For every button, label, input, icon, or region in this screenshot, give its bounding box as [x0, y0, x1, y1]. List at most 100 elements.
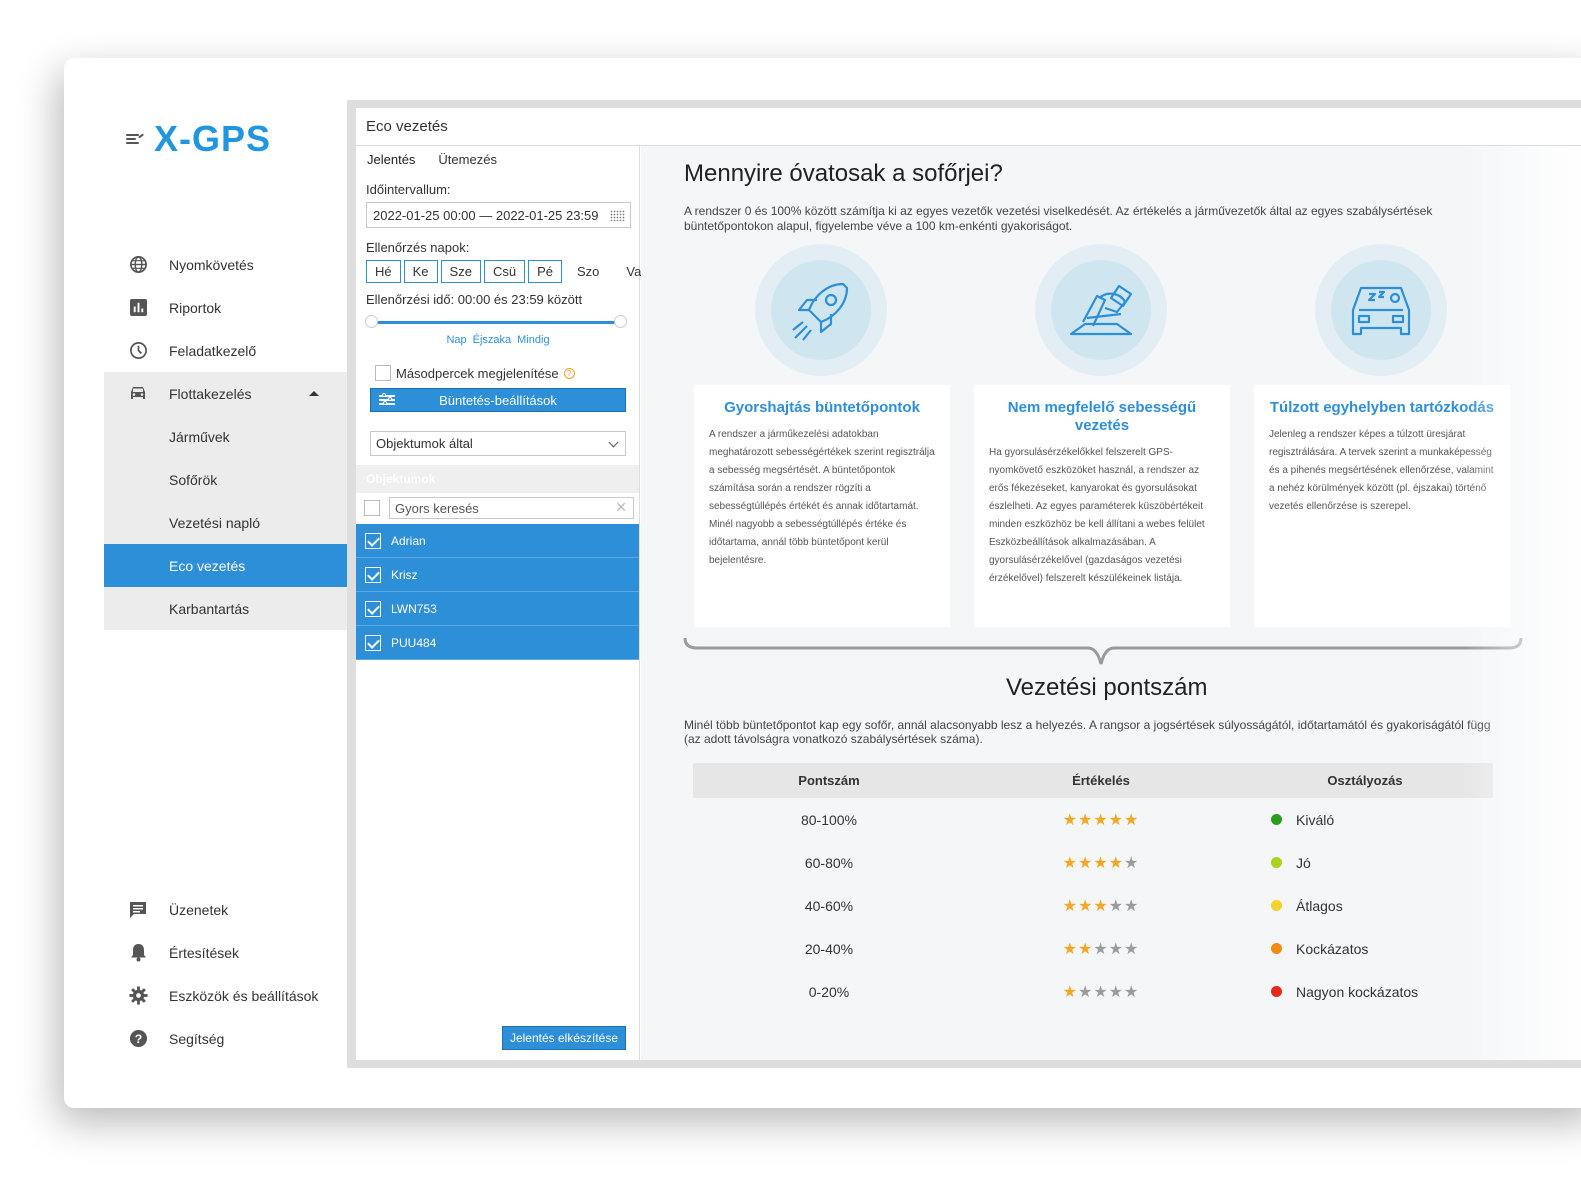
sidebar-subitem-maintenance[interactable]: Karbantartás	[104, 587, 347, 630]
idling-card: Túlzott egyhelyben tartózkodás Jelenleg …	[1254, 385, 1510, 627]
search-input[interactable]: Gyors keresés ✕	[389, 497, 634, 519]
object-name: LWN753	[391, 601, 437, 616]
checkbox-checked[interactable]	[365, 600, 381, 617]
star-empty-icon: ★	[1108, 897, 1125, 915]
sidebar-item-tasks[interactable]: Feladatkezelő	[104, 329, 347, 372]
sidebar-item-settings[interactable]: Eszközök és beállítások	[104, 974, 347, 1017]
star-filled-icon: ★	[1077, 854, 1094, 872]
checkbox-checked[interactable]	[365, 566, 381, 583]
star-empty-icon: ★	[1077, 983, 1094, 1001]
score-table: Pontszám Értékelés Osztályozás 80-100% ★★…	[693, 763, 1493, 1013]
star-filled-icon: ★	[1062, 854, 1078, 872]
score-range: 60-80%	[804, 854, 854, 871]
card-text: Ha gyorsulásérzékelőkkel felszerelt GPS-…	[989, 447, 1205, 584]
list-item[interactable]: Adrian	[356, 524, 639, 558]
clock-icon	[128, 341, 148, 361]
seconds-checkbox[interactable]	[375, 365, 391, 381]
preset-always-link[interactable]: Mindig	[517, 334, 549, 346]
tab-report[interactable]: Jelentés	[367, 152, 415, 176]
table-header: Pontszám Értékelés Osztályozás	[693, 763, 1493, 798]
sleeping-car-icon	[1331, 260, 1431, 360]
help-icon[interactable]: ?	[563, 367, 575, 379]
group-by-select[interactable]: Objektumok által	[370, 431, 626, 456]
pedal-icon	[1051, 260, 1151, 360]
sidebar-item-tracking[interactable]: Nyomkövetés	[104, 243, 347, 286]
star-filled-icon: ★	[1062, 983, 1078, 1001]
table-row: 20-40% ★★★★★ Kockázatos	[693, 927, 1493, 970]
acceleration-card: Nem megfelelő sebességű vezetés Ha gyors…	[974, 385, 1230, 627]
day-toggle-mon[interactable]: Hé	[366, 260, 401, 283]
day-toggle-thu[interactable]: Csü	[483, 260, 526, 283]
sidebar-subitem-vehicles[interactable]: Járművek	[104, 415, 347, 458]
sidebar-item-label: Üzenetek	[169, 901, 229, 918]
score-range: 0-20%	[808, 983, 850, 1000]
day-toggle-wed[interactable]: Sze	[440, 260, 481, 283]
sidebar-item-reports[interactable]: Riportok	[104, 286, 347, 329]
page-title: Mennyire óvatosak a sofőrjei?	[684, 160, 1003, 187]
day-toggle-tue[interactable]: Ke	[403, 260, 438, 283]
help-icon: ?	[128, 1029, 148, 1049]
preset-day-link[interactable]: Nap	[446, 334, 466, 346]
days-label: Ellenőrzés napok:	[366, 240, 470, 255]
time-range-slider[interactable]	[365, 315, 627, 329]
window-title: Eco vezetés	[356, 108, 1581, 146]
star-empty-icon: ★	[1108, 940, 1125, 958]
sidebar-item-label: Flottakezelés	[169, 385, 252, 402]
bar-chart-icon	[128, 298, 148, 318]
sidebar-item-messages[interactable]: Üzenetek	[104, 888, 347, 931]
day-toggle-sat[interactable]: Szo	[565, 260, 611, 283]
generate-report-button[interactable]: Jelentés elkészítése	[502, 1026, 626, 1050]
star-filled-icon: ★	[1124, 811, 1140, 829]
star-rating: ★★★★★	[965, 939, 1237, 959]
star-empty-icon: ★	[1124, 983, 1140, 1001]
slider-track	[371, 321, 621, 324]
object-name: Krisz	[391, 567, 418, 582]
sidebar-item-notifications[interactable]: Értesítések	[104, 931, 347, 974]
table-body: 80-100% ★★★★★ Kiváló 60-80% ★★★★★ Jó 40-60% ★★★…	[693, 798, 1493, 1013]
star-filled-icon: ★	[1062, 811, 1078, 829]
interval-field[interactable]: 2022-01-25 00:00 — 2022-01-25 23:59	[366, 202, 631, 228]
sidebar-item-fleet[interactable]: Flottakezelés	[104, 372, 347, 415]
speeding-card: Gyorshajtás büntetőpontok A rendszer a j…	[694, 385, 950, 627]
table-row: 40-60% ★★★★★ Átlagos	[693, 884, 1493, 927]
status-dot	[1271, 857, 1282, 868]
interval-value: 2022-01-25 00:00 — 2022-01-25 23:59	[373, 208, 599, 223]
calendar-icon[interactable]	[610, 210, 625, 221]
menu-collapse-icon[interactable]	[126, 132, 145, 146]
report-form: Jelentés Ütemezés Időintervallum: 2022-0…	[356, 146, 641, 1060]
star-empty-icon: ★	[1093, 940, 1109, 958]
seconds-label: Másodpercek megjelenítése	[396, 365, 559, 381]
sidebar-item-label: Feladatkezelő	[169, 342, 257, 359]
classification: Nagyon kockázatos	[1237, 984, 1493, 1000]
score-range: 20-40%	[804, 940, 854, 957]
sidebar-item-help[interactable]: ? Segítség	[104, 1017, 347, 1060]
list-item[interactable]: PUU484	[356, 626, 639, 660]
card-title: Gyorshajtás büntetőpontok	[724, 399, 920, 416]
list-item[interactable]: LWN753	[356, 592, 639, 626]
select-all-checkbox[interactable]	[364, 500, 380, 516]
checkbox-checked[interactable]	[365, 532, 381, 549]
star-empty-icon: ★	[1093, 983, 1109, 1001]
penalty-settings-button[interactable]: Büntetés-beállítások	[370, 388, 626, 412]
day-toggle-fri[interactable]: Pé	[528, 260, 562, 283]
sidebar-subitem-driving-log[interactable]: Vezetési napló	[104, 501, 347, 544]
slider-end-handle[interactable]	[614, 315, 627, 328]
star-filled-icon: ★	[1062, 897, 1078, 915]
acceleration-illustration	[1035, 244, 1167, 376]
sidebar-subitem-drivers[interactable]: Sofőrök	[104, 458, 347, 501]
star-filled-icon: ★	[1093, 897, 1109, 915]
preset-night-link[interactable]: Éjszaka	[473, 334, 512, 346]
sidebar-subitem-eco-driving[interactable]: Eco vezetés	[104, 544, 347, 587]
star-rating: ★★★★★	[965, 896, 1237, 916]
brand-name: X-GPS	[154, 118, 272, 159]
column-header: Értékelés	[1072, 773, 1130, 788]
chevron-up-icon[interactable]	[309, 391, 319, 396]
slider-start-handle[interactable]	[365, 315, 378, 328]
star-filled-icon: ★	[1077, 811, 1094, 829]
star-empty-icon: ★	[1124, 897, 1140, 915]
tab-schedule[interactable]: Ütemezés	[438, 152, 497, 176]
info-content: Mennyire óvatosak a sofőrjei? A rendszer…	[641, 146, 1581, 1060]
checkbox-checked[interactable]	[365, 634, 381, 651]
list-item[interactable]: Krisz	[356, 558, 639, 592]
clear-icon[interactable]: ✕	[615, 499, 627, 516]
